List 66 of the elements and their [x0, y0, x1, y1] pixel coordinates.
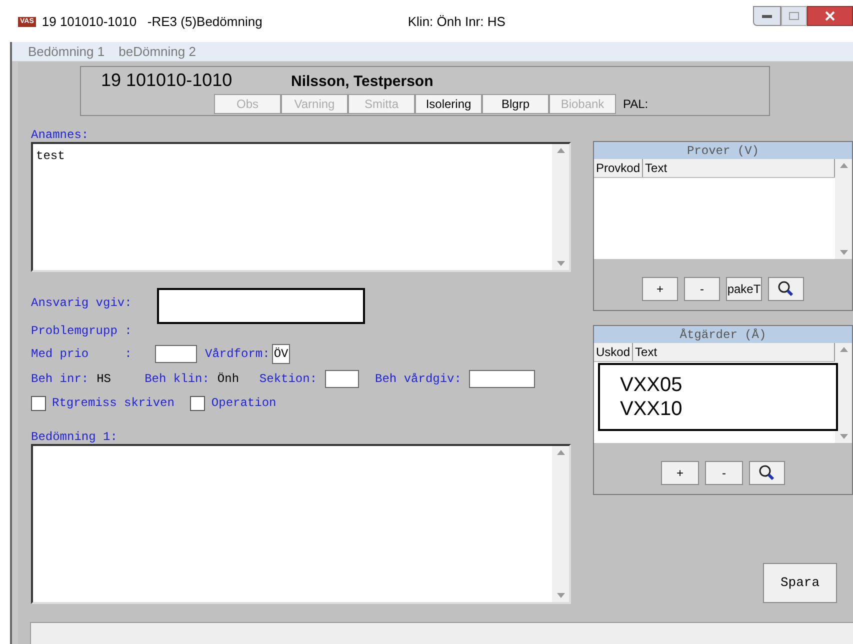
- field-value: Önh: [217, 371, 240, 388]
- search-button[interactable]: [749, 461, 785, 485]
- maximize-icon: [789, 12, 799, 20]
- anamnes-field[interactable]: test: [31, 142, 571, 272]
- field-label: Vårdform:: [205, 346, 270, 363]
- window-info: Klin: Önh Inr: HS: [408, 13, 506, 32]
- vardform-field[interactable]: ÖV: [272, 344, 290, 364]
- patient-name: Nilsson, Testperson: [291, 72, 434, 92]
- scroll-down-icon[interactable]: [556, 261, 564, 266]
- window-title: 19 101010-1010 -RE3 (5)Bedömning: [42, 13, 264, 32]
- field-label: Anamnes:: [31, 128, 90, 142]
- field-label: Problemgrupp :: [31, 323, 133, 340]
- scroll-up-icon[interactable]: [556, 450, 564, 455]
- ansvarig-field[interactable]: [157, 288, 365, 324]
- sektion-field[interactable]: [325, 370, 360, 388]
- toolbar-button[interactable]: pakeT: [726, 277, 762, 301]
- vardgiv-field[interactable]: [469, 370, 536, 388]
- minimize-icon: [762, 14, 772, 18]
- search-icon: [758, 464, 776, 482]
- code-popup[interactable]: VXX05 VXX10: [598, 363, 838, 431]
- field-label: Ansvarig vgiv:: [31, 295, 133, 312]
- menu-item[interactable]: Bedömning 1: [28, 42, 105, 62]
- patient-id: 19 101010-1010: [101, 69, 234, 92]
- code-option[interactable]: VXX10: [620, 397, 836, 421]
- checkbox[interactable]: [31, 396, 46, 410]
- scrollbar[interactable]: [835, 159, 852, 259]
- scroll-down-icon[interactable]: [840, 434, 848, 439]
- flag-button[interactable]: Isolering: [415, 94, 482, 114]
- code-option[interactable]: VXX05: [620, 373, 836, 397]
- flag-button[interactable]: Blgrp: [482, 94, 549, 114]
- column-header[interactable]: Uskod: [594, 343, 634, 361]
- pal-label: PAL:: [623, 96, 648, 113]
- scroll-up-icon[interactable]: [556, 148, 564, 153]
- toolbar-button[interactable]: -: [705, 461, 743, 485]
- checkbox-label: Operation: [211, 395, 276, 412]
- prio-field[interactable]: [155, 345, 197, 363]
- panel-title: Åtgärder (Å): [594, 326, 852, 343]
- close-icon: [825, 11, 835, 21]
- field-label: Bedömning 1:: [31, 430, 118, 444]
- bedomning-field[interactable]: [31, 444, 571, 604]
- scroll-up-icon[interactable]: [840, 163, 848, 168]
- field-label: Beh klin:: [144, 371, 210, 388]
- search-button[interactable]: [768, 277, 804, 301]
- toolbar-button[interactable]: +: [642, 277, 678, 301]
- toolbar-button[interactable]: +: [661, 461, 699, 485]
- scrollbar[interactable]: [552, 144, 569, 270]
- field-label: Sektion:: [259, 371, 318, 388]
- close-button[interactable]: [807, 6, 853, 26]
- checkbox-label: Rtgremiss skriven: [52, 395, 174, 412]
- field-value: HS: [96, 371, 112, 388]
- toolbar-button[interactable]: -: [684, 277, 720, 301]
- minimize-button[interactable]: [753, 6, 781, 26]
- search-icon: [777, 280, 795, 298]
- checkbox[interactable]: [190, 396, 206, 410]
- field-label: Med prio :: [31, 346, 133, 363]
- field-value: test: [35, 148, 66, 165]
- menu-item[interactable]: beDömning 2: [118, 42, 196, 62]
- panel-title: Prover (V): [594, 142, 852, 159]
- scrollbar[interactable]: [552, 446, 569, 602]
- column-header[interactable]: Provkod: [594, 159, 644, 177]
- save-button[interactable]: Spara: [763, 563, 837, 603]
- scroll-down-icon[interactable]: [556, 593, 564, 598]
- scroll-down-icon[interactable]: [840, 250, 848, 255]
- field-label: Beh inr:: [31, 371, 89, 388]
- scroll-up-icon[interactable]: [840, 347, 848, 352]
- field-label: Beh vårdgiv:: [375, 371, 462, 388]
